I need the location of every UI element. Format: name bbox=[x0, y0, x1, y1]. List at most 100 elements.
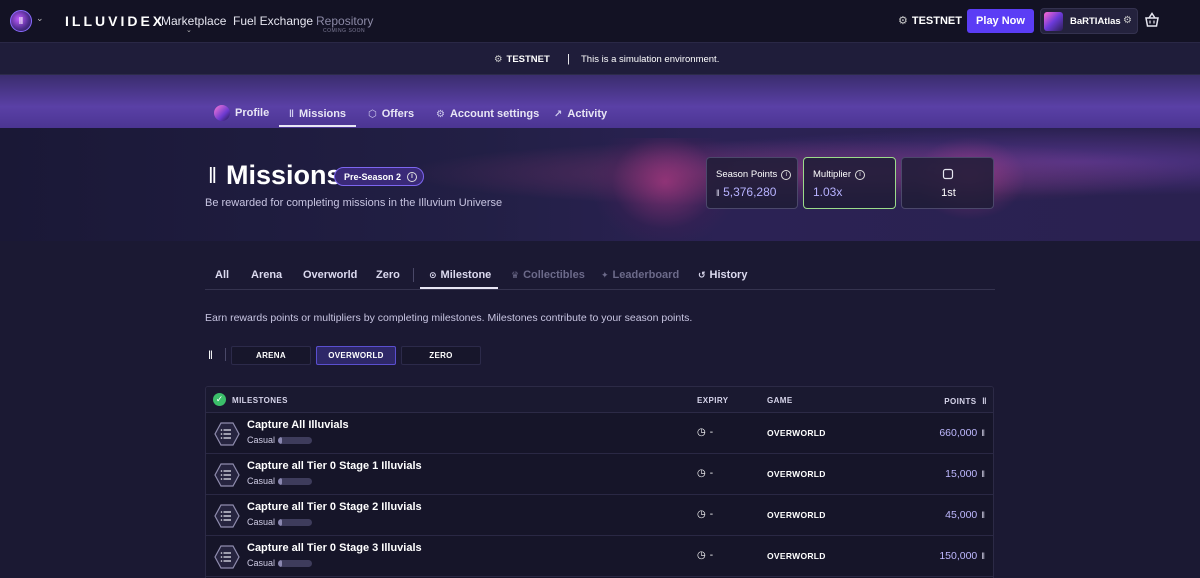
filter-overworld[interactable]: OVERWORLD bbox=[316, 346, 396, 365]
table-header: ✓ MILESTONES EXPIRY GAME POINTS ǁ bbox=[206, 387, 993, 413]
tab-missions[interactable]: ǁ Missions bbox=[289, 108, 346, 120]
nav-marketplace[interactable]: Marketplace bbox=[161, 14, 226, 28]
tab-collectibles-label: Collectibles bbox=[523, 269, 585, 281]
filter-divider bbox=[225, 348, 226, 361]
progress-fill bbox=[278, 477, 283, 485]
history-icon: ↺ bbox=[698, 269, 706, 280]
user-menu[interactable]: BaRTIAtlas ⚙ bbox=[1040, 8, 1138, 34]
nav-repository-badge: COMING SOON bbox=[323, 28, 366, 34]
season-points-card: Season Points i ǁ 5,376,280 bbox=[706, 157, 798, 209]
clock-icon: ◷ bbox=[697, 427, 706, 438]
tab-activity[interactable]: ↗ Activity bbox=[554, 108, 607, 120]
season-badge[interactable]: Pre-Season 2 i bbox=[334, 167, 425, 186]
tab-history[interactable]: ↺ History bbox=[698, 269, 747, 281]
info-icon[interactable]: i bbox=[855, 169, 866, 180]
tab-overworld[interactable]: Overworld bbox=[303, 269, 357, 281]
milestone-title: Capture all Tier 0 Stage 1 Illuvials bbox=[247, 460, 422, 472]
milestone-game: OVERWORLD bbox=[767, 469, 826, 479]
play-now-button[interactable]: Play Now bbox=[967, 9, 1034, 33]
filter-zero[interactable]: ZERO bbox=[401, 346, 481, 365]
season-points-value: ǁ 5,376,280 bbox=[716, 185, 776, 199]
season-points-label: Season Points i bbox=[716, 169, 792, 180]
info-icon[interactable]: i bbox=[781, 169, 792, 180]
tab-leaderboard[interactable]: ✦ Leaderboard bbox=[601, 269, 679, 281]
illuvium-symbol-icon: ǁ bbox=[289, 108, 294, 120]
star-icon: ✦ bbox=[601, 269, 609, 280]
table-row[interactable]: Capture all Tier 0 Stage 3 Illuvials Cas… bbox=[206, 536, 993, 577]
nav-fuel-exchange[interactable]: Fuel Exchange bbox=[233, 14, 313, 28]
milestones-table: ✓ MILESTONES EXPIRY GAME POINTS ǁ Captur… bbox=[205, 386, 994, 578]
testnet-indicator[interactable]: ⚙ TESTNET bbox=[898, 14, 962, 27]
top-nav: Ⅱ ⌄ ILLUVIDEX Marketplace ⌄ Fuel Exchang… bbox=[0, 0, 1200, 43]
points-value: 15,000 bbox=[945, 468, 978, 480]
table-row[interactable]: Capture all Tier 0 Stage 2 Illuvials Cas… bbox=[206, 495, 993, 536]
caret-down-icon: ⌄ bbox=[186, 27, 192, 34]
difficulty-label: Casual bbox=[247, 435, 276, 445]
season-label: Pre-Season 2 bbox=[344, 171, 402, 182]
username: BaRTIAtlas bbox=[1070, 16, 1121, 27]
tab-all[interactable]: All bbox=[215, 269, 229, 281]
filter-arena[interactable]: ARENA bbox=[231, 346, 311, 365]
difficulty-label: Casual bbox=[247, 476, 276, 486]
progress-bar bbox=[278, 436, 313, 444]
milestone-points: 45,000 ǁ bbox=[945, 509, 985, 521]
table-row[interactable]: Capture All Illuvials Casual ◷ - OVERWOR… bbox=[206, 413, 993, 454]
brand-name[interactable]: ILLUVIDEX bbox=[65, 13, 165, 29]
page-subtitle: Be rewarded for completing missions in t… bbox=[205, 197, 503, 209]
multiplier-value: 1.03x bbox=[813, 185, 843, 199]
milestone-expiry: ◷ - bbox=[697, 427, 713, 438]
page-title: Missions bbox=[226, 160, 342, 190]
settings-gear-icon: ⚙ bbox=[1123, 15, 1132, 26]
expiry-value: - bbox=[709, 550, 714, 561]
avatar bbox=[1044, 12, 1063, 31]
rank-value: 1st bbox=[941, 187, 956, 199]
milestone-game: OVERWORLD bbox=[767, 428, 826, 438]
illuvium-symbol-icon: ǁ bbox=[981, 428, 985, 438]
header-game[interactable]: GAME bbox=[767, 396, 793, 405]
multiplier-card: Multiplier i 1.03x bbox=[803, 157, 896, 209]
header-points[interactable]: POINTS ǁ bbox=[944, 396, 987, 406]
milestone-list-icon bbox=[214, 463, 240, 487]
gear-icon: ⚙ bbox=[494, 54, 503, 65]
milestone-difficulty: Casual bbox=[247, 476, 313, 486]
illuvium-logo-icon[interactable]: Ⅱ bbox=[10, 10, 32, 32]
table-row[interactable]: Capture all Tier 0 Stage 1 Illuvials Cas… bbox=[206, 454, 993, 495]
milestone-game: OVERWORLD bbox=[767, 510, 826, 520]
banner-message: This is a simulation environment. bbox=[581, 54, 720, 65]
illuvium-symbol-icon: ǁ bbox=[981, 551, 985, 561]
tab-account-settings[interactable]: ⚙ Account settings bbox=[436, 108, 539, 120]
illuvium-symbol-icon: ǁ bbox=[981, 510, 985, 520]
milestone-expiry: ◷ - bbox=[697, 550, 713, 561]
milestone-points: 150,000 ǁ bbox=[939, 550, 985, 562]
points-value: 150,000 bbox=[939, 550, 978, 562]
tab-arena[interactable]: Arena bbox=[251, 269, 282, 281]
gear-icon: ⚙ bbox=[436, 108, 445, 120]
milestone-title: Capture all Tier 0 Stage 3 Illuvials bbox=[247, 542, 422, 554]
difficulty-label: Casual bbox=[247, 558, 276, 568]
illuvium-symbol-icon: ǁ bbox=[716, 188, 720, 198]
milestone-difficulty: Casual bbox=[247, 435, 313, 445]
illuvium-symbol-icon: ǁ bbox=[981, 469, 985, 479]
trophy-icon bbox=[942, 168, 954, 180]
progress-bar bbox=[278, 518, 313, 526]
info-icon[interactable]: i bbox=[407, 171, 418, 182]
header-points-label: POINTS bbox=[944, 397, 977, 406]
tab-offers[interactable]: ⬡ Offers bbox=[368, 108, 414, 120]
difficulty-label: Casual bbox=[247, 517, 276, 527]
milestone-points: 15,000 ǁ bbox=[945, 468, 985, 480]
banner-separator: | bbox=[567, 53, 570, 65]
tab-zero[interactable]: Zero bbox=[376, 269, 400, 281]
chevron-down-icon[interactable]: ⌄ bbox=[36, 13, 44, 24]
nav-repository[interactable]: Repository bbox=[316, 14, 373, 28]
milestones-description: Earn rewards points or multipliers by co… bbox=[205, 312, 693, 324]
tab-milestone[interactable]: ⊙ Milestone bbox=[429, 269, 491, 281]
basket-icon[interactable] bbox=[1143, 11, 1161, 29]
tab-profile[interactable]: Profile bbox=[214, 105, 269, 121]
tab-account-settings-label: Account settings bbox=[449, 108, 540, 120]
progress-fill bbox=[278, 518, 283, 526]
tab-collectibles[interactable]: ♛ Collectibles bbox=[511, 269, 585, 281]
tag-icon: ⬡ bbox=[368, 108, 377, 120]
illuvium-symbol-icon[interactable]: ǁ bbox=[208, 348, 213, 362]
header-expiry[interactable]: EXPIRY bbox=[697, 396, 728, 405]
milestone-expiry: ◷ - bbox=[697, 509, 713, 520]
